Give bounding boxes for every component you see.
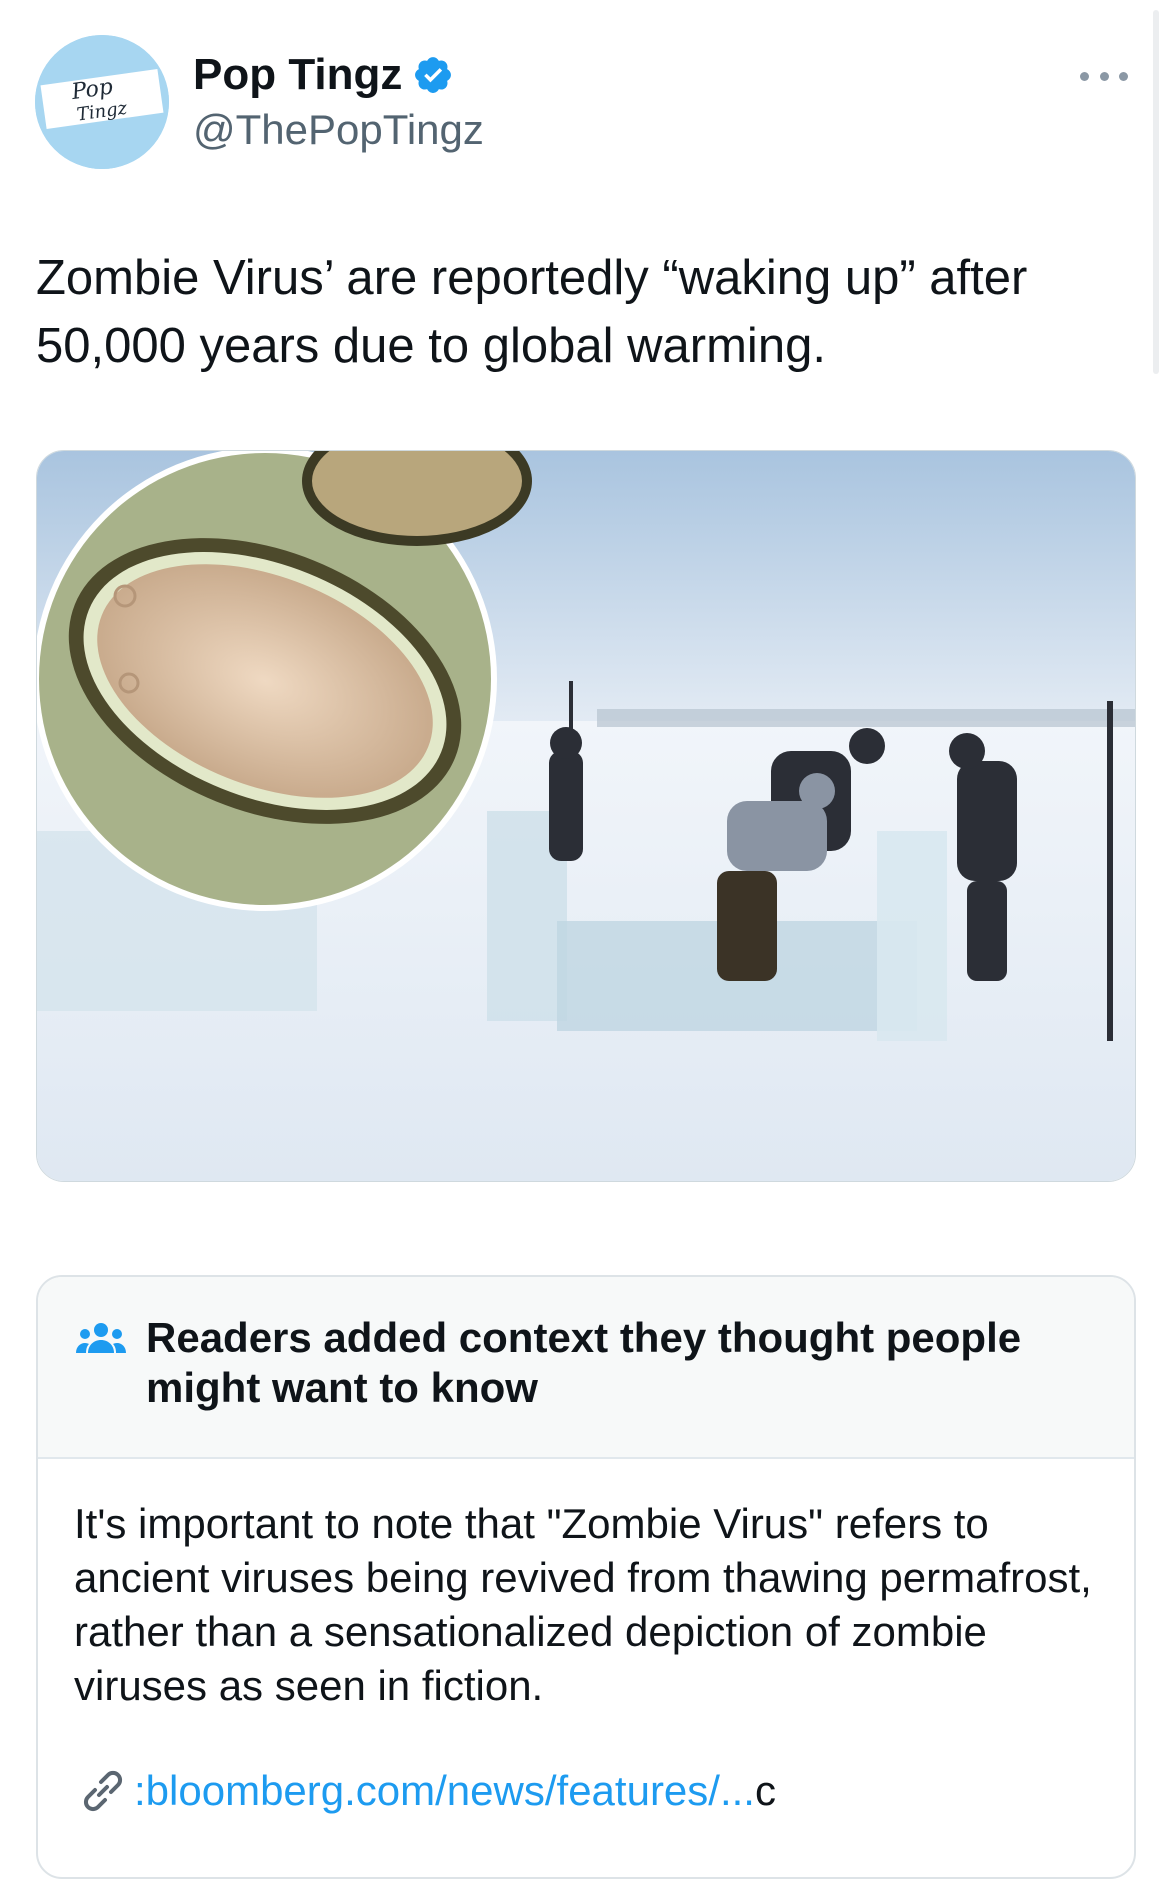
tweet-text: Zombie Virus’ are reportedly “waking up”…	[36, 251, 1028, 373]
display-name[interactable]: Pop Tingz	[193, 48, 454, 102]
community-note-title: Readers added context they thought peopl…	[146, 1314, 1022, 1411]
community-note: Readers added context they thought peopl…	[36, 1275, 1136, 1879]
pop-tingz-logo: Pop Tingz	[35, 35, 169, 169]
dot	[1099, 71, 1109, 81]
user-handle[interactable]: @ThePopTingz	[193, 104, 484, 156]
display-name-text[interactable]: Pop Tingz	[193, 48, 402, 102]
avatar[interactable]: Pop Tingz	[35, 35, 169, 169]
link-url[interactable]: bloomberg.com/news/features/...	[146, 1764, 755, 1818]
community-note-body: It's important to note that "Zombie Viru…	[74, 1500, 1092, 1709]
scrollbar[interactable]	[1153, 10, 1159, 374]
link-prefix: :	[134, 1767, 146, 1814]
verified-badge-icon	[415, 57, 452, 93]
frozen-landscape-photo	[37, 451, 1135, 1181]
link-icon	[83, 1770, 123, 1812]
more-options-icon[interactable]	[1080, 62, 1128, 90]
people-icon	[76, 1323, 126, 1353]
community-note-header: Readers added context they thought peopl…	[38, 1277, 1134, 1459]
link-tail: c	[754, 1767, 776, 1814]
tweet-image[interactable]	[36, 450, 1136, 1182]
dot	[1080, 71, 1089, 81]
dot	[1119, 71, 1128, 81]
community-note-source-link[interactable]: : bloomberg.com/news/features/... c	[74, 1762, 776, 1820]
